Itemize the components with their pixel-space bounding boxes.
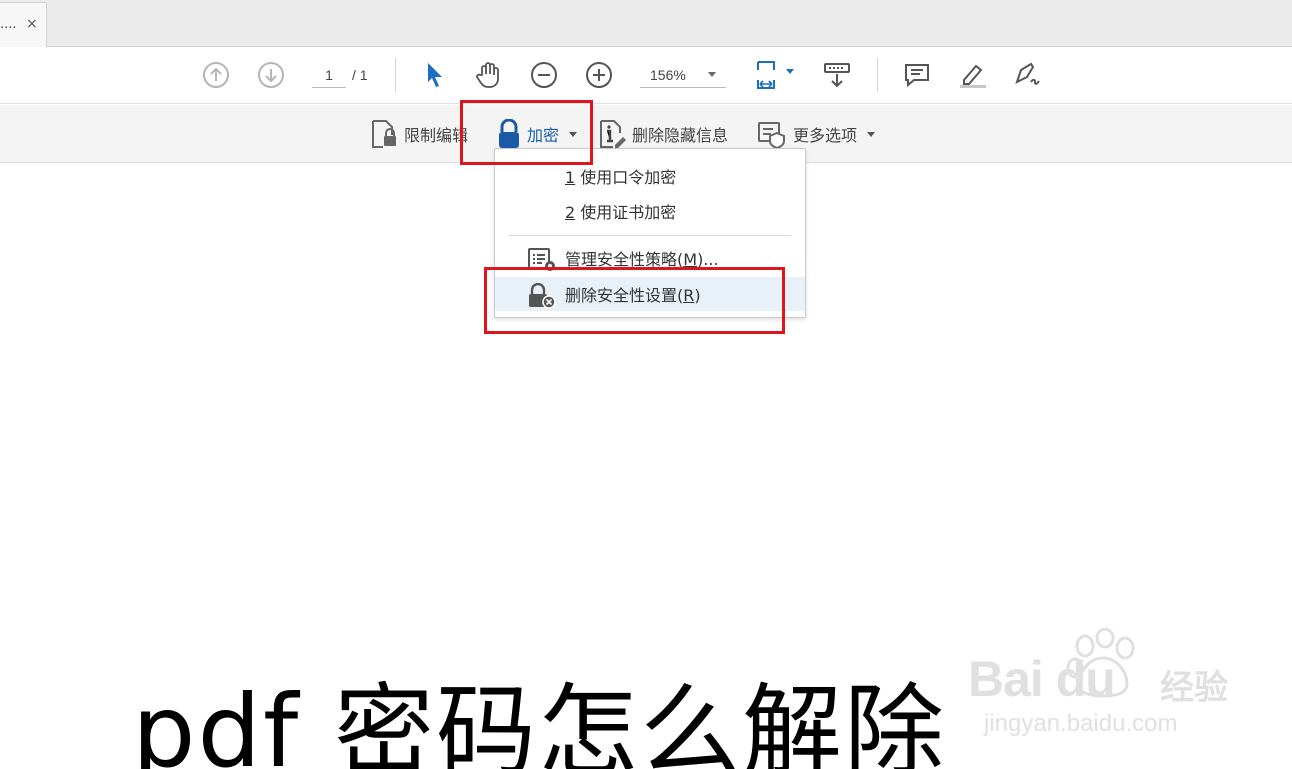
menu-item-manage-security-policies[interactable]: 管理安全性策略(M)...	[495, 241, 805, 275]
comment-icon	[905, 64, 929, 88]
menu-item-accel-key: R	[683, 286, 695, 305]
encrypt-label: 加密	[527, 126, 560, 145]
menu-item-accel-key: M	[683, 250, 698, 269]
article-caption: pdf 密码怎么解除	[132, 673, 946, 769]
menu-item-label: 使用口令加密	[575, 168, 677, 187]
document-lock-icon	[372, 120, 396, 148]
minus-circle-icon	[531, 62, 557, 88]
zoom-out-button[interactable]	[527, 58, 561, 92]
comment-button[interactable]	[900, 58, 934, 92]
zoom-select[interactable]: 156%	[640, 62, 726, 88]
watermark-brand: Bai du	[968, 651, 1116, 707]
chevron-down-icon	[708, 72, 716, 77]
menu-item-remove-security-settings[interactable]: 删除安全性设置(R)	[495, 277, 805, 311]
encrypt-menu-button[interactable]: 加密	[497, 117, 578, 151]
document-info-icon	[600, 120, 626, 148]
zoom-in-button[interactable]	[582, 58, 616, 92]
hand-tool-button[interactable]	[472, 58, 506, 92]
menu-divider	[509, 235, 791, 236]
chevron-down-icon	[569, 131, 578, 137]
menu-item-label: )	[694, 286, 701, 305]
encrypt-dropdown-menu: 1 使用口令加密 2 使用证书加密 管理安全性策略(M)... 删除安全性设置(…	[494, 148, 806, 318]
lock-icon	[499, 119, 519, 148]
tab-strip: .... ×	[0, 0, 1292, 47]
cursor-arrow-icon	[428, 63, 442, 87]
close-icon[interactable]: ×	[26, 16, 38, 32]
hand-icon	[476, 62, 499, 88]
tab-title: ....	[0, 17, 17, 32]
zoom-value: 156%	[650, 67, 686, 83]
policy-settings-icon	[528, 248, 555, 271]
settings-shield-icon	[758, 122, 785, 149]
main-toolbar: / 1 156%	[0, 48, 1292, 104]
menu-item-label: )...	[697, 250, 719, 269]
select-tool-button[interactable]	[418, 58, 452, 92]
fit-page-button[interactable]	[750, 58, 798, 92]
toolbar-divider	[877, 58, 878, 92]
plus-circle-icon	[586, 62, 612, 88]
remove-hidden-info-button[interactable]: 删除隐藏信息	[598, 117, 728, 151]
next-page-button[interactable]	[254, 58, 288, 92]
pen-sign-icon	[1015, 62, 1040, 85]
keyboard-down-icon	[824, 63, 850, 88]
remove-hidden-info-label: 删除隐藏信息	[632, 126, 729, 145]
highlighter-icon	[960, 64, 986, 88]
sign-button[interactable]	[1010, 58, 1044, 92]
menu-item-label: 删除安全性设置(	[565, 286, 684, 305]
arrow-down-circle-icon	[258, 62, 284, 88]
arrow-up-circle-icon	[203, 62, 229, 88]
scroll-mode-button[interactable]	[820, 58, 854, 92]
menu-item-accel-key: 1	[565, 168, 576, 187]
menu-item-accel-key: 2	[565, 203, 576, 222]
toolbar-divider	[395, 58, 396, 92]
restrict-edit-label: 限制编辑	[404, 126, 469, 145]
menu-item-certificate-encrypt[interactable]: 2 使用证书加密	[495, 194, 805, 228]
more-options-label: 更多选项	[793, 126, 858, 145]
fit-page-icon	[757, 61, 794, 89]
menu-item-password-encrypt[interactable]: 1 使用口令加密	[495, 159, 805, 193]
previous-page-button[interactable]	[199, 58, 233, 92]
watermark-url: jingyan.baidu.com	[984, 710, 1178, 737]
highlight-button[interactable]	[955, 58, 989, 92]
page-total: / 1	[352, 67, 368, 83]
baidu-jingyan-watermark: Bai du 经验 jingyan.baidu.com	[968, 628, 1238, 748]
more-options-button[interactable]: 更多选项	[757, 117, 876, 151]
document-tab[interactable]: .... ×	[0, 2, 47, 47]
menu-item-label: 管理安全性策略(	[565, 250, 684, 269]
restrict-edit-button[interactable]: 限制编辑	[370, 117, 468, 151]
page-number-input[interactable]	[312, 62, 346, 88]
lock-remove-icon	[529, 283, 556, 309]
chevron-down-icon	[867, 131, 876, 137]
menu-item-label: 使用证书加密	[575, 203, 677, 222]
watermark-brand-cn: 经验	[1160, 668, 1228, 708]
